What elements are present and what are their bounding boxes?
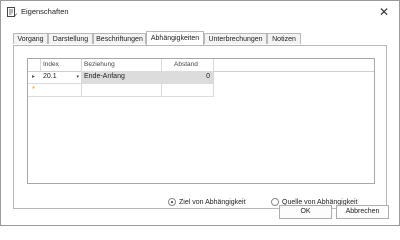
tab-abhaengigkeiten[interactable]: Abhängigkeiten bbox=[146, 31, 204, 45]
dialog-title: Eigenschaften bbox=[21, 7, 69, 16]
close-icon[interactable]: ✕ bbox=[377, 5, 391, 19]
dialog-body: Vorgang Darstellung Beschriftungen Abhän… bbox=[1, 23, 399, 225]
dependency-grid[interactable]: Index Beziehung Abstand ▸ 20.1 ▾ Ende-An… bbox=[27, 58, 375, 184]
chevron-down-icon[interactable]: ▾ bbox=[76, 71, 79, 83]
new-row-icon: * bbox=[31, 85, 36, 94]
abstand-cell[interactable]: 0 bbox=[162, 71, 214, 83]
tab-darstellung[interactable]: Darstellung bbox=[48, 33, 93, 44]
header-beziehung[interactable]: Beziehung bbox=[82, 59, 162, 71]
tab-vorgang[interactable]: Vorgang bbox=[13, 33, 48, 44]
header-index[interactable]: Index bbox=[41, 59, 82, 71]
index-cell[interactable]: 20.1 ▾ bbox=[41, 71, 82, 83]
new-beziehung-cell[interactable] bbox=[82, 84, 162, 96]
tab-beschriftungen[interactable]: Beschriftungen bbox=[93, 33, 146, 44]
cancel-button[interactable]: Abbrechen bbox=[336, 205, 389, 219]
index-value: 20.1 bbox=[43, 73, 57, 80]
ziel-radio[interactable] bbox=[168, 198, 176, 206]
tab-unterbrechungen[interactable]: Unterbrechungen bbox=[204, 33, 267, 44]
ok-button[interactable]: OK bbox=[279, 205, 332, 219]
header-indicator-column bbox=[28, 59, 41, 71]
ziel-option[interactable]: Ziel von Abhängigkeit bbox=[168, 198, 246, 210]
tab-panel: Index Beziehung Abstand ▸ 20.1 ▾ Ende-An… bbox=[13, 45, 387, 209]
new-index-cell[interactable] bbox=[41, 84, 82, 96]
row-indicator-icon: ▸ bbox=[31, 74, 35, 80]
properties-dialog: Eigenschaften ✕ Vorgang Darstellung Besc… bbox=[0, 0, 400, 226]
properties-icon bbox=[6, 6, 18, 18]
header-abstand[interactable]: Abstand bbox=[162, 59, 214, 71]
beziehung-cell[interactable]: Ende-Anfang bbox=[82, 71, 162, 83]
new-row[interactable]: * bbox=[28, 84, 214, 97]
ziel-label: Ziel von Abhängigkeit bbox=[179, 198, 246, 206]
tab-notizen[interactable]: Notizen bbox=[267, 33, 301, 44]
quelle-radio[interactable] bbox=[271, 198, 279, 206]
table-row[interactable]: ▸ 20.1 ▾ Ende-Anfang 0 bbox=[28, 71, 214, 84]
title-bar: Eigenschaften ✕ bbox=[1, 1, 399, 24]
new-abstand-cell[interactable] bbox=[162, 84, 214, 96]
